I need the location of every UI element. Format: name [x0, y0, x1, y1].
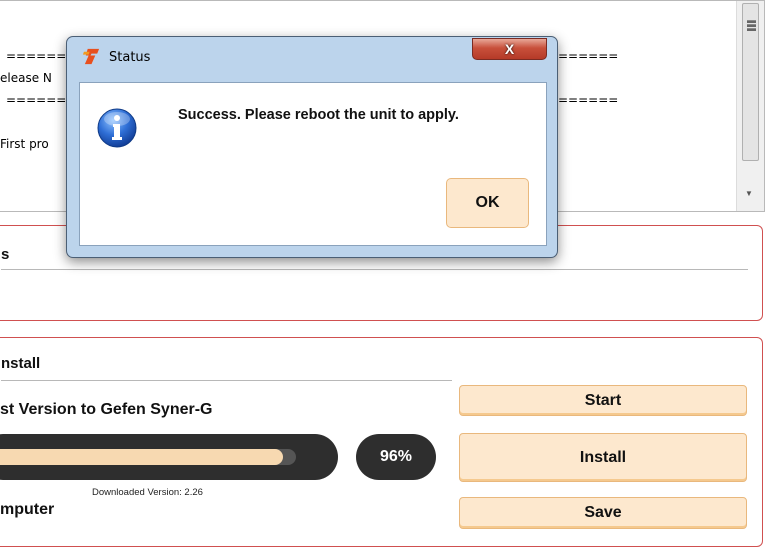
download-progress-bar — [0, 434, 338, 480]
start-button[interactable]: Start — [459, 385, 747, 416]
dialog-title: Status — [109, 50, 151, 65]
save-button[interactable]: Save — [459, 497, 747, 529]
computer-label: mputer — [0, 501, 55, 518]
dialog-titlebar[interactable]: Status X — [67, 37, 557, 77]
scroll-thumb[interactable]: ▬ ▬ ▬ — [742, 3, 759, 161]
status-panel-divider — [1, 269, 748, 270]
downloaded-version-text: Downloaded Version: 2.26 — [92, 487, 203, 498]
progress-fill — [0, 449, 284, 465]
notes-scrollbar[interactable]: ▬ ▬ ▬ ▼ — [736, 1, 764, 211]
notes-separator-left-2: ====== — [6, 93, 67, 107]
progress-track-inner — [0, 449, 296, 465]
install-latest-label: st Version to Gefen Syner-G — [0, 401, 213, 418]
gefen-logo-icon — [82, 48, 100, 65]
notes-separator-left-1: ====== — [6, 49, 67, 63]
notes-first-line: First pro — [0, 137, 49, 151]
install-panel-divider — [1, 380, 452, 381]
notes-release-label: elease N — [0, 71, 52, 85]
scroll-grip-icon: ▬ ▬ ▬ — [747, 15, 756, 33]
notes-separator-right-1: ====== — [558, 49, 619, 63]
ok-button[interactable]: OK — [446, 178, 529, 228]
close-icon: X — [504, 41, 515, 57]
scroll-down-arrow-icon[interactable]: ▼ — [745, 189, 753, 198]
close-button[interactable]: X — [472, 38, 547, 60]
install-button[interactable]: Install — [459, 433, 747, 482]
progress-percent-badge: 96% — [356, 434, 436, 480]
notes-separator-right-2: ====== — [558, 93, 619, 107]
dialog-body: Success. Please reboot the unit to apply… — [79, 82, 547, 246]
install-panel-title: nstall — [1, 355, 41, 372]
dialog-message: Success. Please reboot the unit to apply… — [178, 107, 459, 123]
info-icon — [97, 108, 137, 148]
status-panel-title: s — [1, 246, 10, 263]
status-dialog: Status X Success. Please reboot the unit… — [66, 36, 558, 258]
